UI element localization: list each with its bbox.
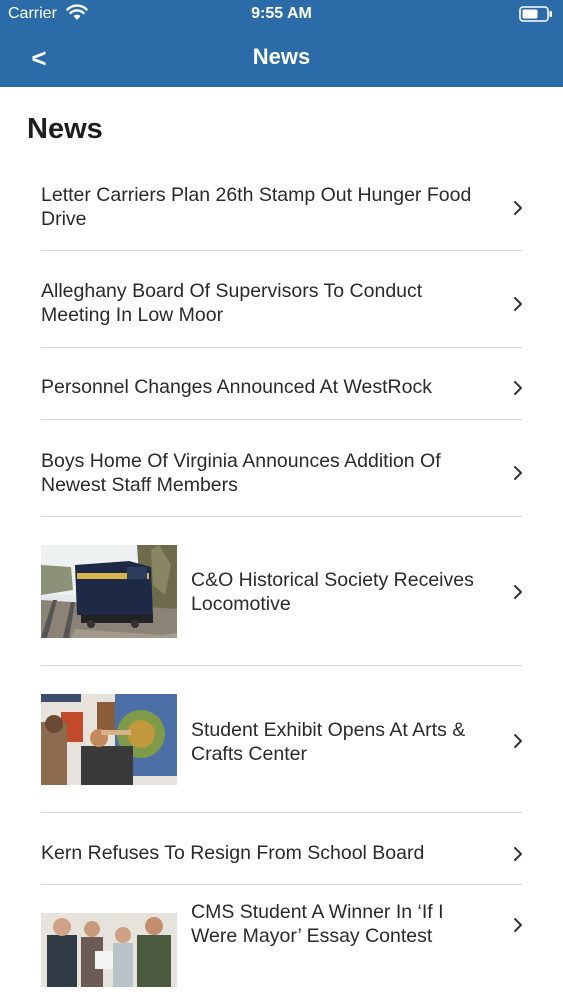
chevron-right-icon — [514, 847, 522, 861]
news-item[interactable]: Kern Refuses To Resign From School Board — [0, 813, 563, 884]
news-item[interactable]: Student Exhibit Opens At Arts & Crafts C… — [0, 666, 563, 812]
chevron-right-icon — [514, 381, 522, 395]
news-item-title: Kern Refuses To Resign From School Board — [41, 842, 425, 864]
award-group-photo — [41, 913, 177, 987]
news-item[interactable]: Personnel Changes Announced At WestRock — [0, 348, 563, 419]
status-time: 9:55 AM — [251, 5, 312, 22]
news-item-title: C&O Historical Society Receives Locomoti… — [191, 569, 474, 615]
status-bar: Carrier 9:55 AM — [0, 0, 563, 30]
page-title: News — [27, 113, 103, 145]
news-item-title: Alleghany Board Of Supervisors To Conduc… — [41, 280, 423, 326]
chevron-right-icon — [514, 297, 522, 311]
art-exhibit-photo — [41, 694, 177, 785]
news-item[interactable]: Letter Carriers Plan 26th Stamp Out Hung… — [0, 170, 563, 250]
news-item[interactable]: C&O Historical Society Receives Locomoti… — [0, 517, 563, 665]
news-item-title: CMS Student A Winner In ‘If I Were Mayor… — [191, 901, 444, 947]
chevron-right-icon — [514, 466, 522, 480]
locomotive-photo — [41, 545, 177, 638]
chevron-right-icon — [514, 918, 522, 932]
news-item-title: Personnel Changes Announced At WestRock — [41, 376, 432, 398]
news-item-title: Student Exhibit Opens At Arts & Crafts C… — [191, 719, 466, 765]
app-header: Carrier 9:55 AM < News — [0, 0, 563, 87]
news-item-title: Letter Carriers Plan 26th Stamp Out Hung… — [41, 184, 472, 230]
navigation-bar: < News — [0, 30, 563, 87]
news-item-title: Boys Home Of Virginia Announces Addition… — [41, 450, 441, 496]
news-item[interactable]: CMS Student A Winner In ‘If I Were Mayor… — [0, 885, 563, 1000]
news-item[interactable]: Alleghany Board Of Supervisors To Conduc… — [0, 251, 563, 347]
nav-title: News — [252, 44, 311, 69]
battery-icon — [519, 6, 552, 22]
chevron-right-icon — [514, 201, 522, 215]
chevron-right-icon — [514, 585, 522, 599]
news-item[interactable]: Boys Home Of Virginia Announces Addition… — [0, 420, 563, 516]
chevron-right-icon — [514, 734, 522, 748]
